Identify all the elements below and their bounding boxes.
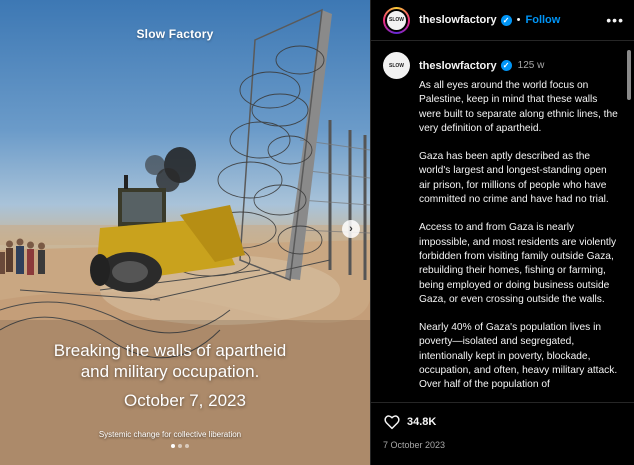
- media-headline-line2: and military occupation.: [80, 362, 260, 381]
- verified-badge-icon: ✓: [500, 60, 512, 71]
- caption-paragraph: As all eyes around the world focus on Pa…: [419, 80, 618, 134]
- more-options-icon[interactable]: •••: [606, 12, 624, 28]
- media-brand-text: Slow Factory: [136, 27, 214, 41]
- post-media[interactable]: Slow Factory Breaking the walls of apart…: [0, 0, 370, 465]
- caption-header: SLOW theslowfactory ✓ 125 w: [383, 52, 618, 79]
- separator-dot: •: [516, 14, 521, 26]
- verified-badge-icon: ✓: [500, 14, 512, 26]
- caption-avatar[interactable]: SLOW: [383, 52, 410, 79]
- avatar[interactable]: SLOW: [383, 6, 410, 34]
- post-panel: SLOW theslowfactory ✓ • Follow ••• SLOW …: [371, 0, 634, 465]
- carousel-dot[interactable]: [171, 444, 175, 448]
- caption-area[interactable]: SLOW theslowfactory ✓ 125 w As all eyes …: [371, 42, 634, 402]
- media-headline-line1: Breaking the walls of apartheid: [53, 341, 287, 360]
- caption-paragraph: Access to and from Gaza is nearly imposs…: [419, 222, 617, 305]
- avatar-image: SLOW: [385, 8, 408, 32]
- follow-button[interactable]: Follow: [526, 14, 561, 26]
- carousel-dot[interactable]: [178, 444, 182, 448]
- media-headline: Breaking the walls of apartheid and mili…: [0, 340, 340, 382]
- post-actions: 34.8K 7 October 2023: [371, 402, 634, 450]
- media-date: October 7, 2023: [124, 391, 246, 410]
- carousel-dots: [0, 444, 360, 448]
- post-header: SLOW theslowfactory ✓ • Follow •••: [371, 0, 634, 41]
- heart-icon[interactable]: [383, 413, 401, 431]
- carousel-dot[interactable]: [185, 444, 189, 448]
- caption-text: As all eyes around the world focus on Pa…: [419, 79, 618, 393]
- caption-scrollbar[interactable]: [627, 44, 631, 400]
- caption-username[interactable]: theslowfactory: [419, 60, 497, 72]
- chevron-right-icon: ›: [349, 223, 353, 235]
- media-tagline: Systemic change for collective liberatio…: [98, 430, 242, 439]
- caption-paragraph: Nearly 40% of Gaza's population lives in…: [419, 322, 618, 391]
- caption-paragraph: Gaza has been aptly described as the wor…: [419, 151, 609, 206]
- header-username[interactable]: theslowfactory: [419, 14, 497, 26]
- post-age: 125 w: [517, 60, 545, 71]
- like-count[interactable]: 34.8K: [407, 416, 436, 428]
- likes-row: 34.8K: [383, 412, 622, 432]
- post-date: 7 October 2023: [383, 440, 446, 450]
- scrollbar-thumb[interactable]: [627, 50, 631, 100]
- next-slide-button[interactable]: ›: [342, 220, 360, 238]
